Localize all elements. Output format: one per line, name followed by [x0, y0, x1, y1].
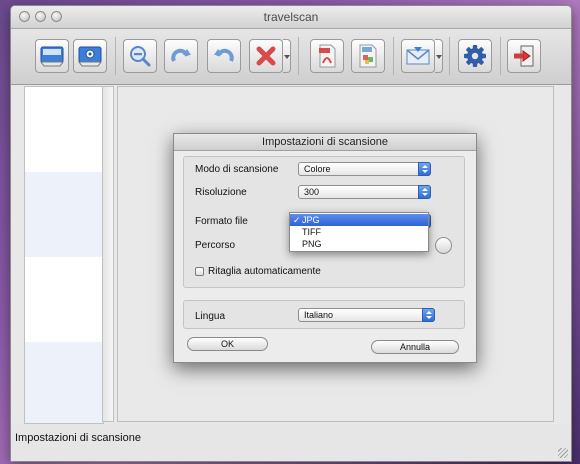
cancel-button[interactable]: Annulla — [371, 340, 459, 354]
scan-mode-label: Modo di scansione — [195, 164, 279, 175]
resize-handle[interactable] — [558, 448, 568, 458]
window-title: travelscan — [263, 10, 319, 24]
list-item[interactable] — [25, 342, 103, 423]
scan-mode-value: Colore — [304, 164, 331, 174]
list-item[interactable] — [25, 87, 103, 172]
title-bar: travelscan — [11, 6, 571, 29]
export-image-button[interactable] — [351, 39, 385, 73]
toolbar — [11, 29, 571, 85]
status-text: Impostazioni di scansione — [15, 432, 141, 444]
path-label: Percorso — [195, 240, 236, 251]
list-item[interactable] — [25, 172, 103, 257]
gear-icon — [464, 45, 486, 67]
redo-icon — [171, 48, 191, 62]
zoom-out-button[interactable] — [123, 39, 157, 73]
status-bar: Impostazioni di scansione — [11, 424, 571, 461]
undo-icon — [214, 48, 234, 62]
email-button[interactable] — [401, 39, 435, 73]
toolbar-separator — [298, 37, 299, 75]
scan-settings-button[interactable] — [73, 39, 107, 73]
exit-button[interactable] — [507, 39, 541, 73]
list-item[interactable] — [25, 257, 103, 342]
resolution-select[interactable]: 300 — [298, 185, 431, 199]
popup-arrows-icon — [418, 162, 431, 176]
scan-icon — [40, 46, 64, 67]
redo-button[interactable] — [164, 39, 198, 73]
checkmark-icon: ✓ — [293, 215, 301, 225]
exit-icon — [514, 45, 534, 67]
toolbar-separator — [500, 37, 501, 75]
auto-crop-label[interactable]: Ritaglia automaticamente — [208, 266, 321, 277]
undo-button[interactable] — [207, 39, 241, 73]
delete-menu-button[interactable] — [283, 39, 291, 73]
auto-crop-checkbox[interactable] — [195, 267, 204, 276]
toolbar-separator — [393, 37, 394, 75]
popup-arrows-icon — [418, 185, 431, 199]
menu-item-tiff[interactable]: TIFF — [290, 226, 428, 238]
delete-icon — [256, 46, 276, 66]
scan-mode-select[interactable]: Colore — [298, 162, 431, 176]
language-label: Lingua — [195, 311, 226, 322]
scan-settings-icon — [78, 46, 102, 67]
menu-item-jpg[interactable]: ✓ JPG — [290, 214, 428, 226]
file-format-label: Formato file — [195, 216, 248, 227]
toolbar-separator — [115, 37, 116, 75]
browse-path-button[interactable] — [435, 237, 452, 254]
delete-button[interactable] — [249, 39, 283, 73]
popup-arrows-icon — [422, 308, 435, 322]
scan-button[interactable] — [35, 39, 69, 73]
resolution-label: Risoluzione — [195, 187, 247, 198]
sidebar-scrollbar[interactable] — [102, 86, 114, 422]
menu-item-label: TIFF — [302, 227, 321, 237]
settings-button[interactable] — [458, 39, 492, 73]
export-pdf-button[interactable] — [310, 39, 344, 73]
menu-item-label: JPG — [302, 215, 320, 225]
thumbnail-list[interactable] — [24, 86, 104, 424]
export-image-icon — [359, 44, 377, 68]
menu-item-label: PNG — [302, 239, 322, 249]
resolution-value: 300 — [304, 187, 320, 197]
toolbar-separator — [449, 37, 450, 75]
menu-item-png[interactable]: PNG — [290, 238, 428, 250]
email-icon — [406, 47, 430, 65]
email-menu-button[interactable] — [435, 39, 443, 73]
ok-button[interactable]: OK — [187, 337, 268, 351]
language-select[interactable]: Italiano — [298, 308, 435, 322]
pdf-icon — [319, 44, 336, 68]
dialog-title: Impostazioni di scansione — [174, 134, 476, 151]
zoom-out-icon — [130, 46, 151, 67]
file-format-menu: ✓ JPG TIFF PNG — [289, 212, 429, 252]
language-value: Italiano — [304, 310, 334, 320]
